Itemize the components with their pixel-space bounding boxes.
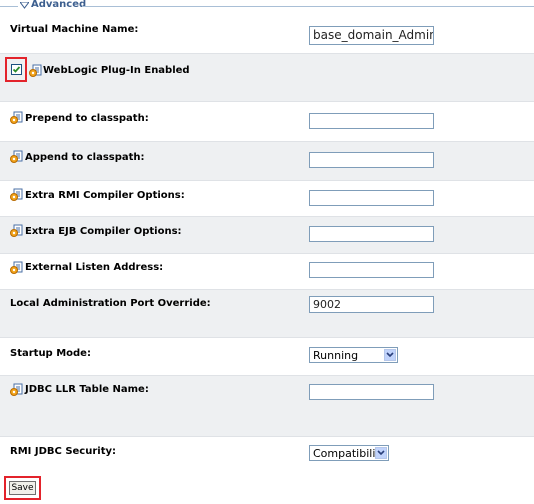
row-append-classpath: Append to classpath: [0, 142, 534, 181]
weblogic-plugin-label: WebLogic Plug-In Enabled [43, 65, 190, 76]
local-admin-port-label: Local Administration Port Override: [10, 298, 211, 309]
row-jdbc-llr-table: JDBC LLR Table Name: [0, 376, 534, 437]
prepend-classpath-input[interactable] [309, 113, 434, 129]
jdbc-llr-table-label: JDBC LLR Table Name: [25, 384, 149, 395]
header-rule-right [82, 6, 534, 7]
startup-mode-select[interactable]: Running [309, 347, 398, 363]
configuration-help-icon [29, 64, 42, 77]
extra-rmi-options-input[interactable] [309, 190, 434, 206]
header-rule-left [0, 6, 18, 7]
collapse-triangle-icon[interactable] [20, 2, 29, 9]
configuration-help-icon [10, 261, 23, 274]
configuration-help-icon [10, 150, 23, 163]
rmi-jdbc-security-select[interactable]: Compatibility [309, 445, 389, 461]
append-classpath-label: Append to classpath: [25, 152, 145, 163]
row-prepend-classpath: Prepend to classpath: [0, 102, 534, 142]
section-header: Advanced [0, 0, 534, 14]
row-local-admin-port: Local Administration Port Override: 9002 [0, 290, 534, 338]
row-virtual-machine-name: Virtual Machine Name: base_domain_AdminS… [0, 14, 534, 54]
rmi-jdbc-security-label: RMI JDBC Security: [10, 446, 117, 457]
dropdown-arrow-icon[interactable] [384, 349, 396, 361]
external-listen-address-label: External Listen Address: [25, 262, 164, 273]
prepend-classpath-label: Prepend to classpath: [25, 113, 149, 124]
external-listen-address-input[interactable] [309, 262, 434, 278]
configuration-help-icon [10, 111, 23, 124]
row-extra-ejb-options: Extra EJB Compiler Options: [0, 217, 534, 254]
section-title[interactable]: Advanced [31, 0, 86, 10]
row-extra-rmi-options: Extra RMI Compiler Options: [0, 181, 534, 217]
save-button-highlight [4, 476, 41, 500]
row-weblogic-plugin: WebLogic Plug-In Enabled [0, 54, 534, 102]
row-rmi-jdbc-security: RMI JDBC Security: Compatibility [0, 437, 534, 473]
configuration-help-icon [10, 224, 23, 237]
row-external-listen-address: External Listen Address: [0, 254, 534, 290]
local-admin-port-input[interactable]: 9002 [309, 296, 434, 313]
extra-rmi-options-label: Extra RMI Compiler Options: [25, 190, 185, 201]
configuration-help-icon [10, 383, 23, 396]
checkbox-highlight [5, 57, 27, 82]
append-classpath-input[interactable] [309, 152, 434, 168]
extra-ejb-options-label: Extra EJB Compiler Options: [25, 226, 182, 237]
startup-mode-label: Startup Mode: [10, 348, 91, 359]
dropdown-arrow-icon[interactable] [375, 447, 387, 459]
virtual-machine-name-label: Virtual Machine Name: [10, 24, 139, 35]
startup-mode-value: Running [313, 349, 359, 362]
row-startup-mode: Startup Mode: Running [0, 338, 534, 376]
configuration-help-icon [10, 188, 23, 201]
extra-ejb-options-input[interactable] [309, 226, 434, 242]
jdbc-llr-table-input[interactable] [309, 384, 434, 400]
virtual-machine-name-input[interactable]: base_domain_AdminServe [309, 26, 434, 45]
